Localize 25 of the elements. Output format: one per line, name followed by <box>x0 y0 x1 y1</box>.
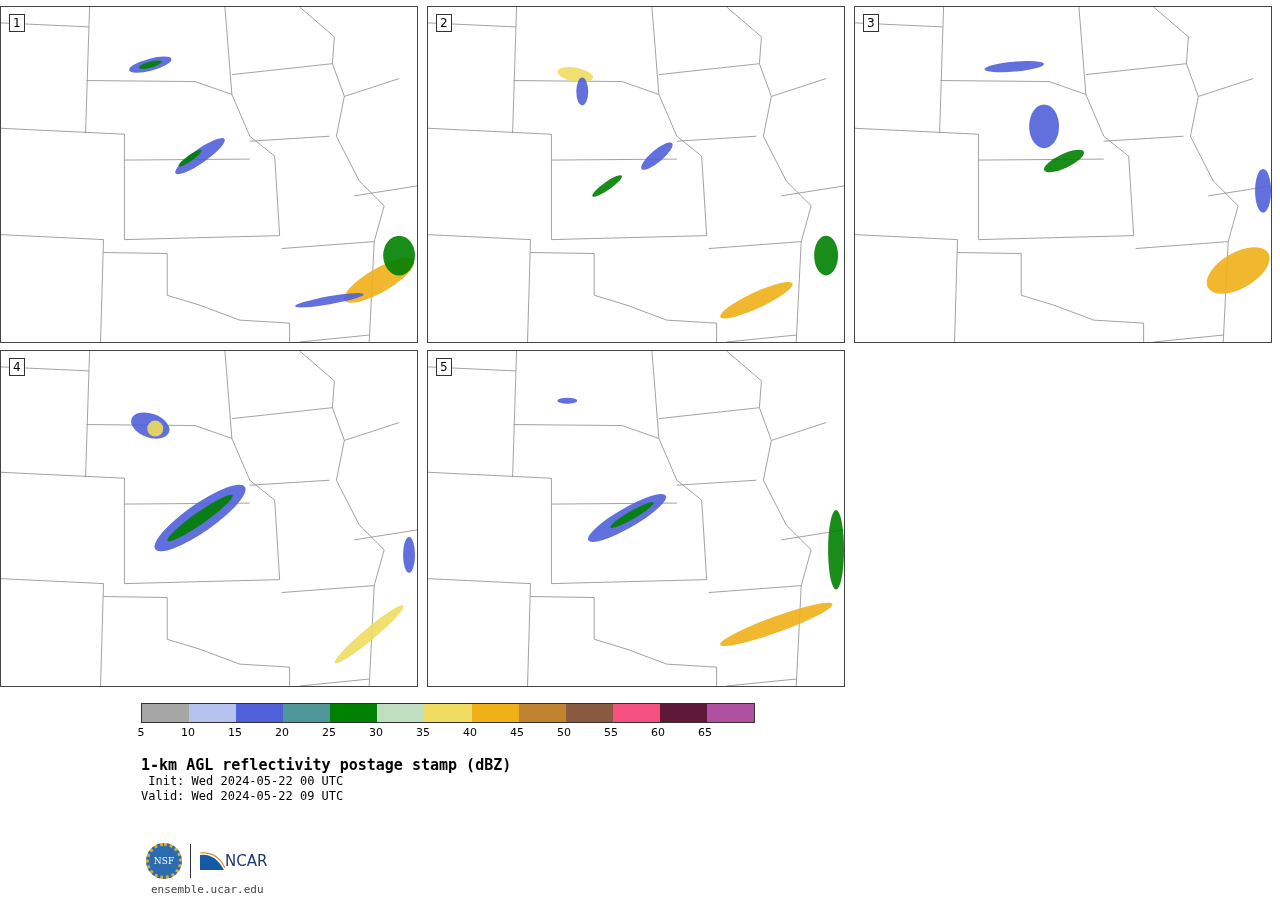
panel-number: 2 <box>436 14 452 32</box>
init-time: Init: Wed 2024-05-22 00 UTC <box>147 774 345 789</box>
tick-label: 30 <box>369 726 383 739</box>
valid-time: Valid: Wed 2024-05-22 09 UTC <box>141 789 345 804</box>
panel-number: 1 <box>9 14 25 32</box>
arc-logo-icon <box>199 851 225 871</box>
chart-title: 1-km AGL reflectivity postage stamp (dBZ) <box>141 756 513 774</box>
tick-label: 20 <box>275 726 289 739</box>
panel-number: 5 <box>436 358 452 376</box>
tick-label: 15 <box>228 726 242 739</box>
tick-label: 50 <box>557 726 571 739</box>
nsf-logo: NSF <box>146 843 182 879</box>
panel-number: 3 <box>863 14 879 32</box>
tick-label: 10 <box>181 726 195 739</box>
website-url: ensemble.ucar.edu <box>151 883 265 896</box>
tick-label: 5 <box>137 726 145 739</box>
tick-label: 40 <box>463 726 477 739</box>
tick-label: 35 <box>416 726 430 739</box>
tick-label: 60 <box>651 726 665 739</box>
tick-label: 65 <box>698 726 712 739</box>
tick-label: 25 <box>322 726 336 739</box>
tick-label: 55 <box>604 726 618 739</box>
panel-number: 4 <box>9 358 25 376</box>
tick-label: 45 <box>510 726 524 739</box>
ncar-logo: NCAR <box>225 852 268 870</box>
